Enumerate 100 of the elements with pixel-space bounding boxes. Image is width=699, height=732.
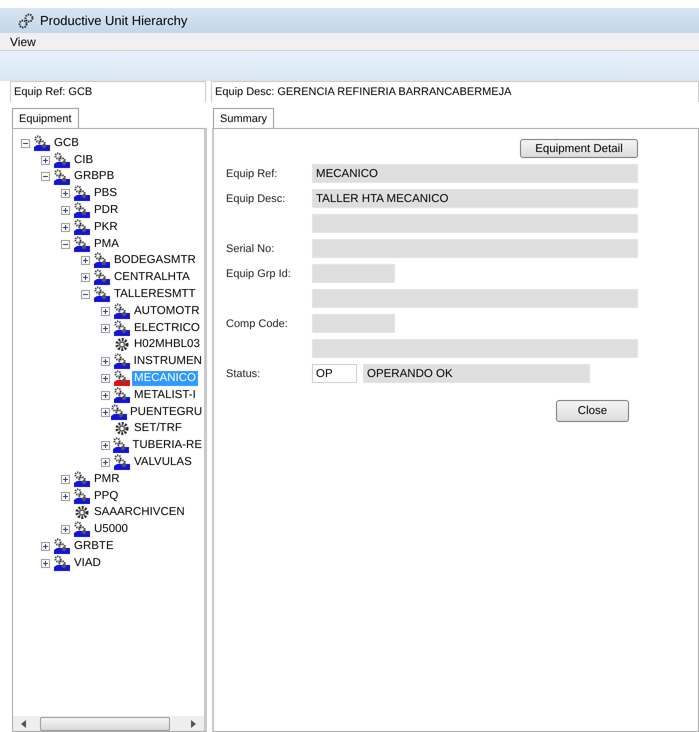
- expand-icon[interactable]: [101, 390, 110, 400]
- gear-box-icon: [113, 302, 131, 320]
- collapse-icon[interactable]: [41, 172, 50, 182]
- tree-item[interactable]: GRBPB: [72, 169, 116, 184]
- gear-box-icon: [110, 404, 128, 421]
- gear-box-icon: [73, 202, 91, 220]
- tree-item[interactable]: VALVULAS: [132, 455, 194, 470]
- tab[interactable]: Equipment: [12, 108, 79, 128]
- gear-box-icon: [53, 152, 71, 169]
- expand-icon[interactable]: [101, 374, 110, 384]
- input-field[interactable]: [312, 289, 638, 308]
- collapse-icon[interactable]: [21, 138, 30, 148]
- input-field[interactable]: [312, 339, 638, 358]
- gear-box-icon: [93, 252, 111, 270]
- tree-item[interactable]: INSTRUMEN: [132, 354, 204, 370]
- field-label: Equip Grp Id:: [226, 268, 292, 280]
- tree-item[interactable]: GCB: [52, 136, 81, 151]
- gear-box-icon: [53, 554, 71, 572]
- input-field[interactable]: [312, 239, 638, 258]
- tree-item[interactable]: PMR: [92, 472, 122, 487]
- gear-box-icon: [53, 538, 71, 556]
- tree-item[interactable]: PPQ: [92, 488, 120, 504]
- expand-icon[interactable]: [41, 558, 50, 568]
- expand-icon[interactable]: [81, 273, 90, 282]
- expand-icon[interactable]: [101, 408, 110, 417]
- input-field[interactable]: [312, 264, 395, 283]
- tree-item[interactable]: SET/TRF: [132, 421, 184, 436]
- equip-desc-label: Equip Desc: GERENCIA REFINERIA BARRANCABERMEJA: [211, 81, 699, 102]
- expand-icon[interactable]: [101, 441, 110, 450]
- field-label: Serial No:: [226, 242, 276, 254]
- tree-item[interactable]: H02MHBL03: [132, 337, 202, 352]
- menu-item[interactable]: View: [6, 34, 40, 48]
- expand-icon[interactable]: [101, 306, 110, 316]
- expand-icon[interactable]: [101, 357, 110, 366]
- tree-item[interactable]: TUBERIA-RE: [130, 438, 204, 454]
- tree-item[interactable]: SAAARCHIVCEN: [92, 505, 187, 520]
- field-label: Equip Desc:: [226, 192, 286, 204]
- expand-icon[interactable]: [41, 156, 50, 165]
- expand-icon[interactable]: [101, 324, 110, 333]
- gear-box-icon: [113, 454, 131, 472]
- collapse-icon[interactable]: [61, 240, 70, 249]
- gear-box-icon: [73, 218, 91, 236]
- gear-box-icon: [93, 269, 111, 286]
- status-desc-field[interactable]: OPERANDO OK: [363, 364, 590, 383]
- gear-box-icon: [112, 437, 130, 454]
- expand-icon[interactable]: [61, 474, 70, 484]
- gear-icon: [113, 420, 131, 438]
- tree-item[interactable]: U5000: [92, 522, 130, 538]
- horizontal-scrollbar[interactable]: [13, 716, 204, 731]
- status-code-field[interactable]: OP: [312, 364, 357, 383]
- window-title: Productive Unit Hierarchy: [40, 13, 188, 28]
- gear-box-icon: [113, 386, 131, 404]
- gear-box-icon: [73, 236, 91, 253]
- tree-item[interactable]: ELECTRICO: [132, 320, 202, 336]
- gear-box-icon: [93, 286, 111, 304]
- tree-item[interactable]: CIB: [72, 152, 96, 168]
- gear-box-icon: [112, 353, 131, 370]
- gear-box-icon: [73, 521, 91, 538]
- tree-item[interactable]: GRBTE: [72, 539, 116, 554]
- tree-item[interactable]: BODEGASMTR: [112, 253, 198, 268]
- expand-icon[interactable]: [61, 206, 70, 216]
- tree-item[interactable]: PKR: [92, 220, 120, 235]
- tree-item[interactable]: PUENTEGRU: [128, 404, 204, 420]
- gear-box-icon: [73, 185, 91, 202]
- tree-item[interactable]: METALIST-I: [132, 388, 198, 403]
- gear-box-icon: [53, 168, 71, 186]
- collapse-icon[interactable]: [81, 290, 90, 300]
- expand-icon[interactable]: [41, 542, 50, 552]
- gear-icon: [113, 336, 131, 354]
- field-label: Comp Code:: [226, 318, 289, 330]
- tree-item[interactable]: PMA: [92, 236, 121, 252]
- expand-icon[interactable]: [61, 189, 70, 198]
- expand-icon[interactable]: [61, 492, 70, 501]
- tree-item[interactable]: VIAD: [72, 556, 103, 571]
- input-field[interactable]: MECANICO: [312, 164, 638, 183]
- equipment-detail-button[interactable]: Equipment Detail: [520, 139, 638, 158]
- expand-icon[interactable]: [61, 525, 70, 534]
- scroll-right-icon[interactable]: [191, 720, 196, 728]
- tree-item[interactable]: TALLERESMTT: [112, 287, 198, 302]
- gear-box-icon: [33, 134, 51, 152]
- tree-item[interactable]: AUTOMOTR: [132, 304, 202, 319]
- tab[interactable]: Summary: [213, 108, 274, 128]
- tree-item[interactable]: PDR: [92, 203, 120, 218]
- tree-item[interactable]: PBS: [92, 186, 120, 202]
- gears-icon: [18, 12, 34, 28]
- input-field[interactable]: TALLER HTA MECANICO: [312, 189, 638, 208]
- tree-item[interactable]: CENTRALHTA: [112, 270, 192, 286]
- expand-icon[interactable]: [81, 256, 90, 266]
- close-button[interactable]: Close: [556, 400, 629, 422]
- scroll-left-icon[interactable]: [21, 720, 26, 728]
- equip-ref-label: Equip Ref: GCB: [10, 81, 206, 102]
- gear-box-icon: [113, 320, 131, 337]
- scroll-thumb[interactable]: [40, 716, 170, 730]
- expand-icon[interactable]: [101, 458, 110, 468]
- input-field[interactable]: [312, 214, 638, 233]
- gear-icon: [73, 504, 91, 522]
- gear-box-icon: [73, 470, 91, 488]
- gear-box-icon: [113, 370, 131, 388]
- input-field[interactable]: [312, 314, 395, 333]
- expand-icon[interactable]: [61, 222, 70, 232]
